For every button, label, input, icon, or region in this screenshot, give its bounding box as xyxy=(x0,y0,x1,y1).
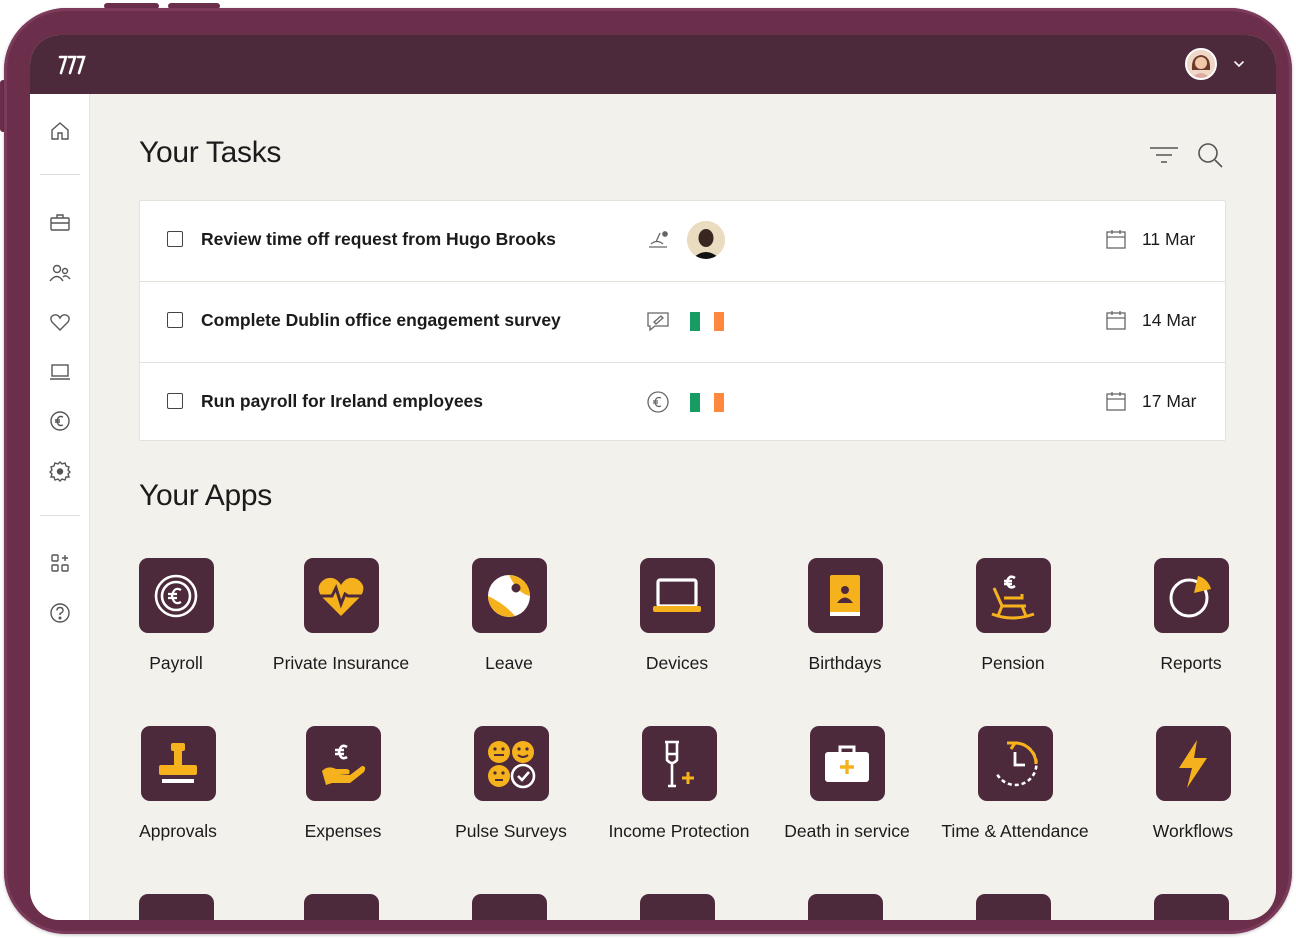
first-aid-kit-icon xyxy=(809,726,885,801)
euro-coin-icon xyxy=(138,558,214,633)
task-row[interactable]: Complete Dublin office engagement survey… xyxy=(140,282,1225,363)
app-label: Reports xyxy=(1160,653,1222,673)
euro-icon xyxy=(647,391,669,413)
calendar-icon xyxy=(1106,392,1126,411)
beach-ball-icon xyxy=(471,558,547,633)
user-avatar[interactable] xyxy=(1185,48,1217,80)
beach-icon xyxy=(649,231,668,248)
crutch-icon xyxy=(641,726,717,801)
task-due-date: 14 Mar xyxy=(1142,310,1197,330)
task-checkbox[interactable] xyxy=(167,393,183,409)
task-checkbox[interactable] xyxy=(167,312,183,328)
people-icon[interactable] xyxy=(47,260,73,286)
briefcase-icon[interactable] xyxy=(47,210,73,236)
app-label: Payroll xyxy=(149,653,203,673)
app-tile-partial[interactable] xyxy=(424,894,594,920)
app-workflows[interactable]: Workflows xyxy=(1108,726,1276,842)
top-bar xyxy=(30,35,1276,94)
help-icon[interactable] xyxy=(47,600,73,626)
main-content: Your Tasks Review time off request from … xyxy=(90,94,1276,920)
app-label: Leave xyxy=(485,653,533,673)
heart-icon[interactable] xyxy=(47,309,73,335)
app-screen: Your Tasks Review time off request from … xyxy=(30,35,1276,920)
app-leave[interactable]: Leave xyxy=(424,558,594,674)
app-tile-partial[interactable] xyxy=(760,894,930,920)
task-due-date: 17 Mar xyxy=(1142,391,1197,411)
calendar-icon xyxy=(1106,230,1126,249)
app-tile-partial[interactable] xyxy=(256,894,426,920)
app-label: Devices xyxy=(645,653,709,673)
app-pulse-surveys[interactable]: Pulse Surveys xyxy=(426,726,596,842)
app-tile-partial[interactable] xyxy=(592,894,762,920)
app-label: Approvals xyxy=(139,821,217,841)
task-label: Review time off request from Hugo Brooks xyxy=(201,229,556,249)
hand-euro-icon xyxy=(305,726,381,801)
stamp-icon xyxy=(140,726,216,801)
app-payroll[interactable]: Payroll xyxy=(91,558,261,674)
tablet-frame: Your Tasks Review time off request from … xyxy=(4,8,1292,934)
assignee-avatar[interactable] xyxy=(687,221,725,259)
chevron-down-icon[interactable] xyxy=(1232,57,1246,71)
task-checkbox[interactable] xyxy=(167,231,183,247)
app-time-attendance[interactable]: Time & Attendance xyxy=(930,726,1100,842)
filter-icon[interactable] xyxy=(1148,144,1180,166)
smileys-icon xyxy=(473,726,549,801)
survey-icon xyxy=(647,312,669,332)
contact-book-icon xyxy=(807,558,883,633)
app-label: Expenses xyxy=(304,821,382,841)
ireland-flag xyxy=(690,393,724,412)
app-tile-partial[interactable] xyxy=(1106,894,1276,920)
app-devices[interactable]: Devices xyxy=(592,558,762,674)
app-label: Death in service xyxy=(784,821,910,841)
app-tile-partial[interactable] xyxy=(928,894,1098,920)
tasks-title: Your Tasks xyxy=(139,136,282,169)
app-approvals[interactable]: Approvals xyxy=(93,726,263,842)
clock-icon xyxy=(977,726,1053,801)
app-death-in-service[interactable]: Death in service xyxy=(762,726,932,842)
lightning-icon xyxy=(1155,726,1231,801)
rocking-chair-icon xyxy=(975,558,1051,633)
app-expenses[interactable]: Expenses xyxy=(258,726,428,842)
heart-pulse-icon xyxy=(303,558,379,633)
app-income-protection[interactable]: Income Protection xyxy=(594,726,764,842)
app-label: Birthdays xyxy=(808,653,882,673)
home-icon[interactable] xyxy=(47,118,73,144)
app-label: Private Insurance xyxy=(272,653,410,673)
calendar-icon xyxy=(1106,311,1126,330)
company-logo[interactable] xyxy=(58,54,88,76)
task-label: Run payroll for Ireland employees xyxy=(201,391,484,411)
app-label: Workflows xyxy=(1152,821,1234,841)
laptop-icon[interactable] xyxy=(47,359,73,385)
app-tile-partial[interactable] xyxy=(91,894,261,920)
task-due-date: 11 Mar xyxy=(1142,229,1196,249)
task-list: Review time off request from Hugo Brooks… xyxy=(139,200,1226,441)
task-row[interactable]: Review time off request from Hugo Brooks… xyxy=(140,201,1225,282)
app-private-insurance[interactable]: Private Insurance xyxy=(256,558,426,674)
task-label: Complete Dublin office engagement survey xyxy=(201,310,561,330)
app-reports[interactable]: Reports xyxy=(1106,558,1276,674)
app-label: Time & Attendance xyxy=(941,821,1089,841)
search-icon[interactable] xyxy=(1196,141,1224,169)
ireland-flag xyxy=(690,312,724,331)
app-pension[interactable]: Pension xyxy=(928,558,1098,674)
app-label: Pulse Surveys xyxy=(455,821,567,841)
app-birthdays[interactable]: Birthdays xyxy=(760,558,930,674)
task-row[interactable]: Run payroll for Ireland employees 17 Mar xyxy=(140,363,1225,440)
app-label: Income Protection xyxy=(608,821,750,841)
euro-icon[interactable] xyxy=(47,408,73,434)
app-label: Pension xyxy=(981,653,1045,673)
apps-title: Your Apps xyxy=(139,479,272,512)
add-apps-icon[interactable] xyxy=(47,550,73,576)
settings-icon[interactable] xyxy=(47,458,73,484)
laptop-icon xyxy=(639,558,715,633)
sidebar xyxy=(30,94,90,920)
pie-chart-icon xyxy=(1153,558,1229,633)
